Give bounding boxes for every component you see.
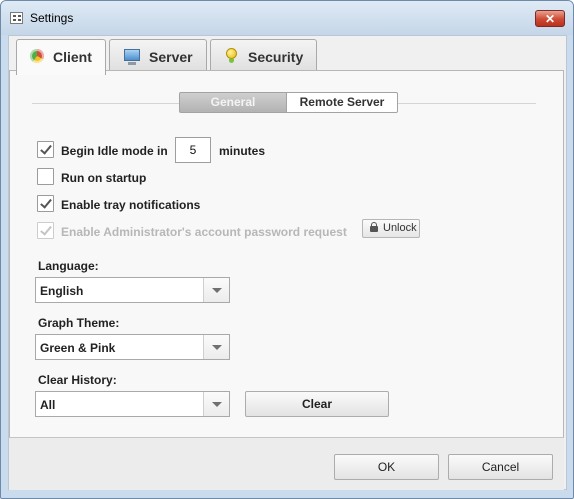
tray-notifications-label: Enable tray notifications bbox=[61, 198, 201, 212]
language-value: English bbox=[40, 284, 84, 298]
admin-password-checkbox bbox=[37, 222, 54, 239]
idle-minutes-input[interactable] bbox=[175, 137, 211, 163]
clear-history-dropdown-button[interactable] bbox=[203, 392, 229, 416]
clear-button[interactable]: Clear bbox=[245, 391, 389, 417]
run-on-startup-label: Run on startup bbox=[61, 171, 147, 185]
language-label: Language: bbox=[38, 259, 99, 273]
run-on-startup-checkbox[interactable] bbox=[37, 168, 54, 185]
idle-mode-label: Begin Idle mode in bbox=[61, 144, 168, 158]
ok-button[interactable]: OK bbox=[334, 454, 439, 480]
chevron-down-icon bbox=[212, 288, 222, 293]
graph-theme-label: Graph Theme: bbox=[38, 316, 120, 330]
unlock-label: Unlock bbox=[383, 222, 417, 234]
unlock-button[interactable]: Unlock bbox=[362, 219, 420, 238]
monitor-icon bbox=[124, 49, 140, 65]
language-dropdown[interactable]: English bbox=[35, 277, 230, 303]
cancel-button[interactable]: Cancel bbox=[448, 454, 553, 480]
subtab-remote-server[interactable]: Remote Server bbox=[287, 92, 398, 113]
tab-client[interactable]: Client bbox=[16, 39, 106, 75]
tab-security-label: Security bbox=[248, 49, 304, 65]
check-icon bbox=[40, 142, 52, 155]
tab-server-label: Server bbox=[149, 49, 193, 65]
clear-history-value: All bbox=[40, 398, 56, 412]
tray-notifications-checkbox[interactable] bbox=[37, 195, 54, 212]
clear-history-dropdown[interactable]: All bbox=[35, 391, 230, 417]
tab-client-label: Client bbox=[53, 49, 92, 65]
tab-security[interactable]: Security bbox=[210, 39, 317, 73]
graph-theme-dropdown-button[interactable] bbox=[203, 335, 229, 359]
check-icon bbox=[40, 196, 52, 209]
idle-mode-checkbox[interactable] bbox=[37, 141, 54, 158]
admin-password-label: Enable Administrator's account password … bbox=[61, 225, 347, 239]
clear-history-label: Clear History: bbox=[38, 373, 117, 387]
check-icon bbox=[40, 223, 52, 236]
client-icon bbox=[30, 49, 44, 63]
chevron-down-icon bbox=[212, 402, 222, 407]
window-title: Settings bbox=[30, 11, 74, 25]
tab-server[interactable]: Server bbox=[109, 39, 207, 73]
graph-theme-value: Green & Pink bbox=[40, 341, 116, 355]
close-button[interactable]: ✕ bbox=[535, 10, 565, 27]
language-dropdown-button[interactable] bbox=[203, 278, 229, 302]
settings-window: Settings ✕ Client Server Security Genera… bbox=[0, 0, 574, 499]
idle-minutes-unit: minutes bbox=[219, 144, 266, 158]
title-bar[interactable]: Settings ✕ bbox=[1, 1, 573, 35]
chevron-down-icon bbox=[212, 345, 222, 350]
lock-icon bbox=[370, 222, 378, 232]
settings-app-icon bbox=[10, 12, 23, 24]
graph-theme-dropdown[interactable]: Green & Pink bbox=[35, 334, 230, 360]
subtab-general[interactable]: General bbox=[179, 92, 287, 113]
security-icon bbox=[226, 48, 237, 63]
